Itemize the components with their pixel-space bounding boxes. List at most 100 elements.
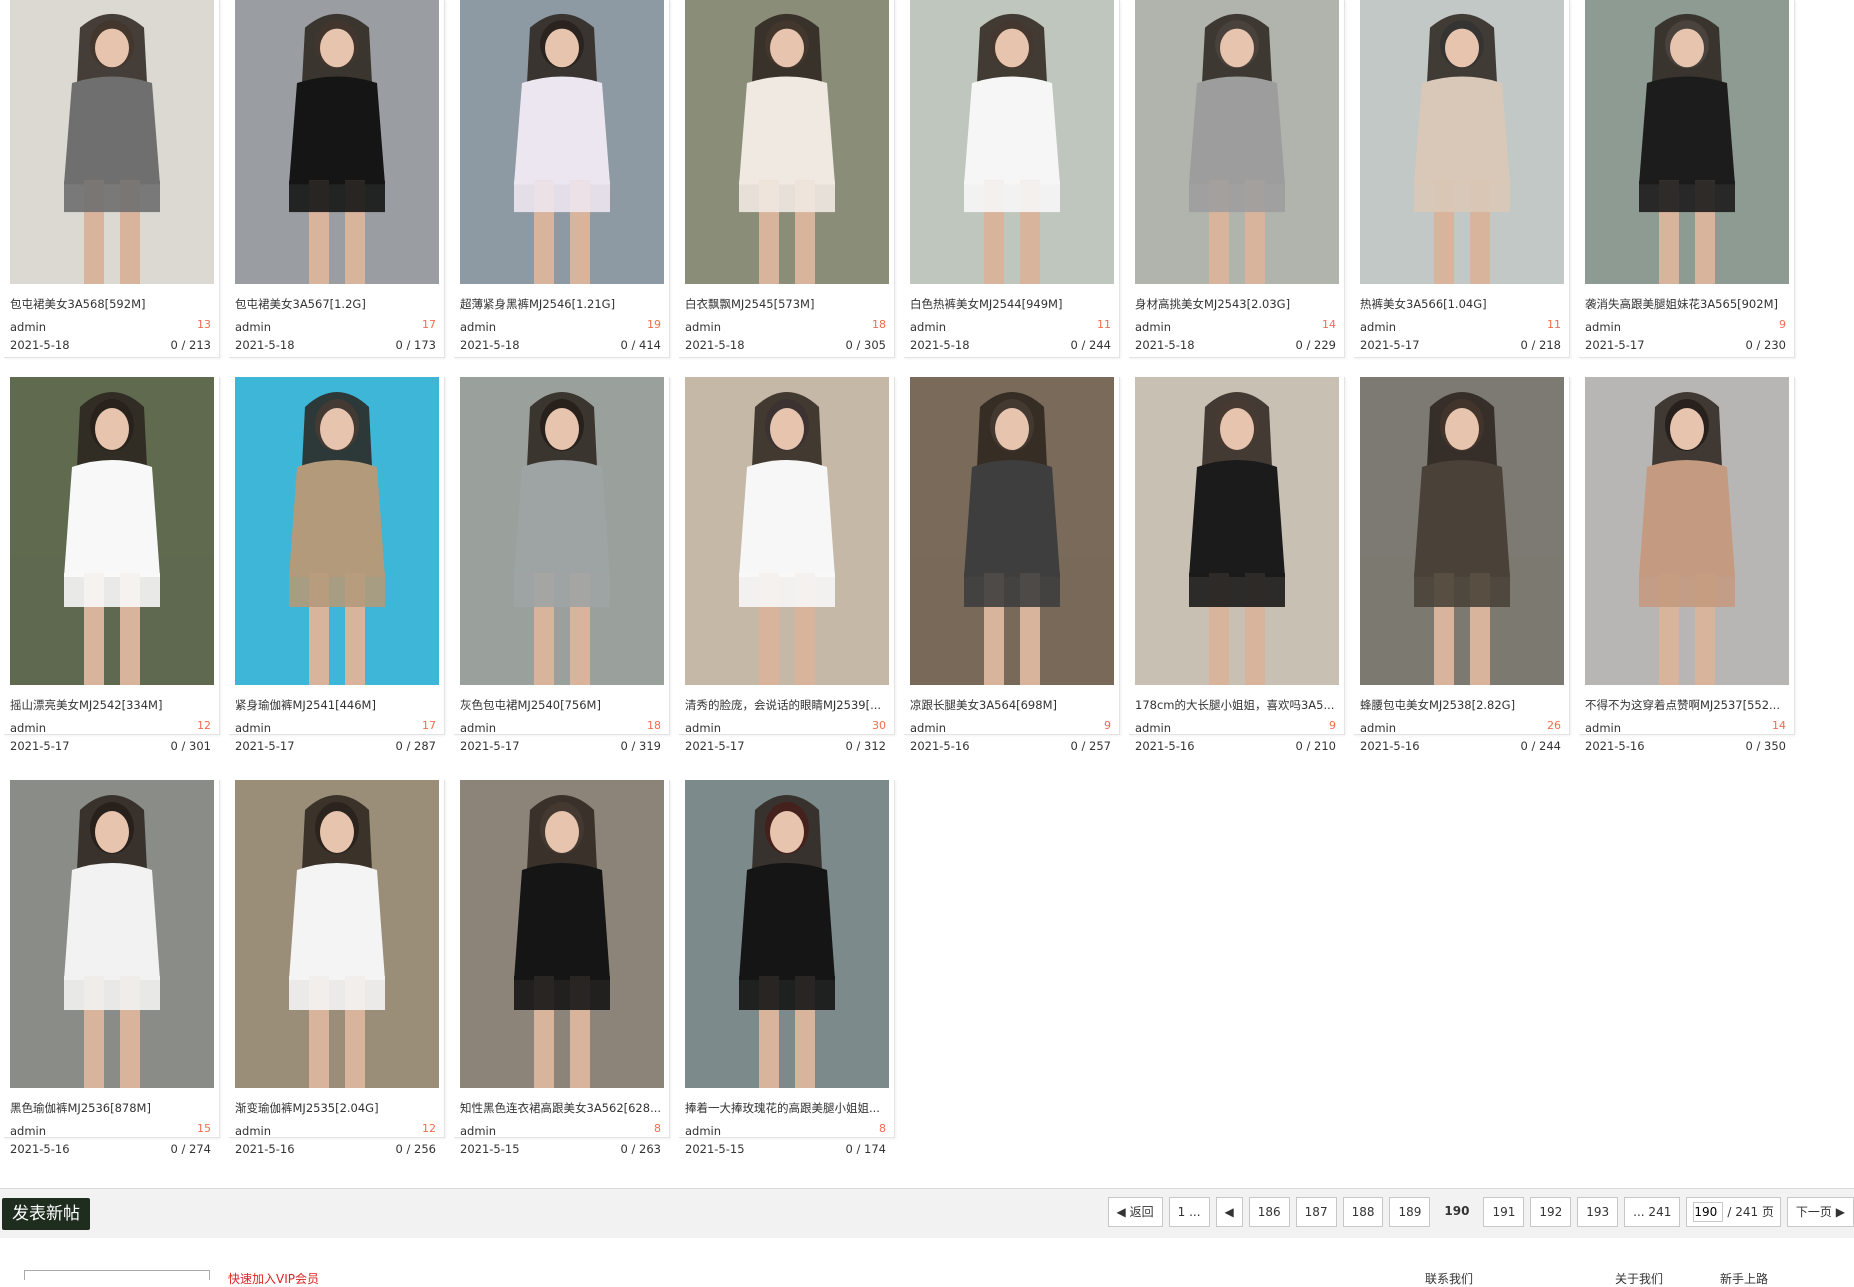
thread-author[interactable]: admin	[685, 1124, 721, 1138]
page-link-192[interactable]: 192	[1530, 1197, 1572, 1227]
thread-title[interactable]: 超薄紧身黑裤MJ2546[1.21G]	[460, 296, 664, 312]
thread-thumbnail[interactable]	[1135, 377, 1339, 685]
footer-about-link[interactable]: 关于我们	[1615, 1270, 1663, 1287]
thread-author[interactable]: admin	[1585, 320, 1621, 334]
thread-title[interactable]: 紧身瑜伽裤MJ2541[446M]	[235, 697, 439, 713]
thread-title[interactable]: 清秀的脸庞，会说话的眼睛MJ2539[...	[685, 697, 889, 713]
thread-author[interactable]: admin	[910, 721, 946, 735]
footer-vip-link[interactable]: 快速加入VIP会员	[228, 1270, 319, 1287]
thread-title[interactable]: 178cm的大长腿小姐姐，喜欢吗3A5...	[1135, 697, 1339, 713]
thread-author[interactable]: admin	[1360, 320, 1396, 334]
thread-thumbnail[interactable]	[10, 377, 214, 685]
next-page-button[interactable]: 下一页 ▶	[1786, 1197, 1854, 1227]
thread-card[interactable]: 摇山漂亮美女MJ2542[334M] admin 12 2021-5-17 0 / 30…	[4, 377, 220, 753]
thread-thumbnail[interactable]	[685, 0, 889, 284]
thread-thumbnail[interactable]	[1360, 0, 1564, 284]
thread-title[interactable]: 知性黑色连衣裙高跟美女3A562[628...	[460, 1100, 664, 1116]
footer-contact-link[interactable]: 联系我们	[1425, 1270, 1473, 1287]
thread-title[interactable]: 白衣飘飘MJ2545[573M]	[685, 296, 889, 312]
thread-author[interactable]: admin	[1360, 721, 1396, 735]
thread-card[interactable]: 凉跟长腿美女3A564[698M] admin 9 2021-5-16 0 / 257	[904, 377, 1120, 753]
thread-title[interactable]: 摇山漂亮美女MJ2542[334M]	[10, 697, 214, 713]
first-page-link[interactable]: 1 ...	[1168, 1197, 1210, 1227]
thread-title[interactable]: 白色热裤美女MJ2544[949M]	[910, 296, 1114, 312]
thread-card[interactable]: 蜂腰包屯美女MJ2538[2.82G] admin 26 2021-5-16 0 / 2…	[1354, 377, 1570, 753]
thread-thumbnail[interactable]	[1585, 0, 1789, 284]
thread-card[interactable]: 不得不为这穿着点赞啊MJ2537[552... admin 14 2021-5-16 0…	[1579, 377, 1795, 753]
thread-card[interactable]: 身材高挑美女MJ2543[2.03G] admin 14 2021-5-18 0 / 2…	[1129, 0, 1345, 358]
thread-author[interactable]: admin	[1135, 721, 1171, 735]
thread-thumbnail[interactable]	[1585, 377, 1789, 685]
thread-card[interactable]: 178cm的大长腿小姐姐，喜欢吗3A5... admin 9 2021-5-16 0 /…	[1129, 377, 1345, 753]
thread-author[interactable]: admin	[10, 1124, 46, 1138]
thread-author[interactable]: admin	[910, 320, 946, 334]
thread-card[interactable]: 清秀的脸庞，会说话的眼睛MJ2539[... admin 30 2021-5-17 0 …	[679, 377, 895, 753]
thread-title[interactable]: 凉跟长腿美女3A564[698M]	[910, 697, 1114, 713]
thread-author[interactable]: admin	[685, 320, 721, 334]
thread-card[interactable]: 白色热裤美女MJ2544[949M] admin 11 2021-5-18 0 / 24…	[904, 0, 1120, 358]
thread-card[interactable]: 捧着一大捧玫瑰花的高跟美腿小姐姐... admin 8 2021-5-15 0 / 17…	[679, 780, 895, 1156]
thread-title[interactable]: 捧着一大捧玫瑰花的高跟美腿小姐姐...	[685, 1100, 889, 1116]
thread-thumbnail[interactable]	[235, 780, 439, 1088]
thread-thumbnail[interactable]	[10, 0, 214, 284]
page-link-193[interactable]: 193	[1577, 1197, 1619, 1227]
footer-guide-link[interactable]: 新手上路	[1720, 1270, 1768, 1287]
thread-author[interactable]: admin	[10, 721, 46, 735]
thread-thumbnail[interactable]	[235, 0, 439, 284]
thread-thumbnail[interactable]	[1135, 0, 1339, 284]
thread-thumbnail[interactable]	[910, 377, 1114, 685]
back-button[interactable]: ◀ 返回	[1107, 1197, 1163, 1227]
thread-author[interactable]: admin	[460, 1124, 496, 1138]
thread-thumbnail[interactable]	[235, 377, 439, 685]
thread-card[interactable]: 黑色瑜伽裤MJ2536[878M] admin 15 2021-5-16 0 / 274	[4, 780, 220, 1156]
thread-author[interactable]: admin	[1135, 320, 1171, 334]
thread-card[interactable]: 超薄紧身黑裤MJ2546[1.21G] admin 19 2021-5-18 0 / 4…	[454, 0, 670, 358]
page-link-186[interactable]: 186	[1248, 1197, 1290, 1227]
page-link-189[interactable]: 189	[1389, 1197, 1431, 1227]
thread-card[interactable]: 热裤美女3A566[1.04G] admin 11 2021-5-17 0 / 218	[1354, 0, 1570, 358]
thread-thumbnail[interactable]	[10, 780, 214, 1088]
thread-card[interactable]: 白衣飘飘MJ2545[573M] admin 18 2021-5-18 0 / 305	[679, 0, 895, 358]
thread-title[interactable]: 蜂腰包屯美女MJ2538[2.82G]	[1360, 697, 1564, 713]
thread-thumbnail[interactable]	[460, 377, 664, 685]
thread-author[interactable]: admin	[235, 320, 271, 334]
thread-title[interactable]: 包屯裙美女3A568[592M]	[10, 296, 214, 312]
thread-card[interactable]: 灰色包屯裙MJ2540[756M] admin 18 2021-5-17 0 / 319	[454, 377, 670, 753]
thread-thumbnail[interactable]	[460, 0, 664, 284]
thread-author[interactable]: admin	[460, 320, 496, 334]
thread-author[interactable]: admin	[10, 320, 46, 334]
new-post-button[interactable]: 发表新帖	[2, 1198, 90, 1230]
thread-thumbnail[interactable]	[910, 0, 1114, 284]
thread-thumbnail[interactable]	[685, 377, 889, 685]
thread-title[interactable]: 灰色包屯裙MJ2540[756M]	[460, 697, 664, 713]
thread-title[interactable]: 包屯裙美女3A567[1.2G]	[235, 296, 439, 312]
prev-page-button[interactable]: ◀	[1215, 1197, 1243, 1227]
thread-thumbnail[interactable]	[685, 780, 889, 1088]
last-page-link[interactable]: ... 241	[1624, 1197, 1681, 1227]
thread-author[interactable]: admin	[685, 721, 721, 735]
thread-title[interactable]: 热裤美女3A566[1.04G]	[1360, 296, 1564, 312]
thread-author[interactable]: admin	[235, 721, 271, 735]
thread-card[interactable]: 渐变瑜伽裤MJ2535[2.04G] admin 12 2021-5-16 0 / 25…	[229, 780, 445, 1156]
thread-title[interactable]: 渐变瑜伽裤MJ2535[2.04G]	[235, 1100, 439, 1116]
thread-card[interactable]: 包屯裙美女3A567[1.2G] admin 17 2021-5-18 0 / 173	[229, 0, 445, 358]
thread-title[interactable]: 不得不为这穿着点赞啊MJ2537[552...	[1585, 697, 1789, 713]
page-jump-input[interactable]	[1693, 1202, 1724, 1222]
page-link-188[interactable]: 188	[1342, 1197, 1384, 1227]
thread-card[interactable]: 紧身瑜伽裤MJ2541[446M] admin 17 2021-5-17 0 / 287	[229, 377, 445, 753]
page-link-191[interactable]: 191	[1483, 1197, 1525, 1227]
thread-card[interactable]: 袭消失高跟美腿姐妹花3A565[902M] admin 9 2021-5-17 0 / …	[1579, 0, 1795, 358]
thread-grid: 包屯裙美女3A568[592M] admin 13 2021-5-18 0 / 213 包…	[0, 0, 1854, 1170]
thread-title[interactable]: 袭消失高跟美腿姐妹花3A565[902M]	[1585, 296, 1789, 312]
reply-count: 8	[879, 1122, 886, 1135]
thread-thumbnail[interactable]	[1360, 377, 1564, 685]
page-link-187[interactable]: 187	[1295, 1197, 1337, 1227]
thread-author[interactable]: admin	[1585, 721, 1621, 735]
thread-title[interactable]: 身材高挑美女MJ2543[2.03G]	[1135, 296, 1339, 312]
thread-author[interactable]: admin	[460, 721, 496, 735]
thread-card[interactable]: 包屯裙美女3A568[592M] admin 13 2021-5-18 0 / 213	[4, 0, 220, 358]
thread-author[interactable]: admin	[235, 1124, 271, 1138]
thread-title[interactable]: 黑色瑜伽裤MJ2536[878M]	[10, 1100, 214, 1116]
thread-thumbnail[interactable]	[460, 780, 664, 1088]
thread-card[interactable]: 知性黑色连衣裙高跟美女3A562[628... admin 8 2021-5-15 0 …	[454, 780, 670, 1156]
